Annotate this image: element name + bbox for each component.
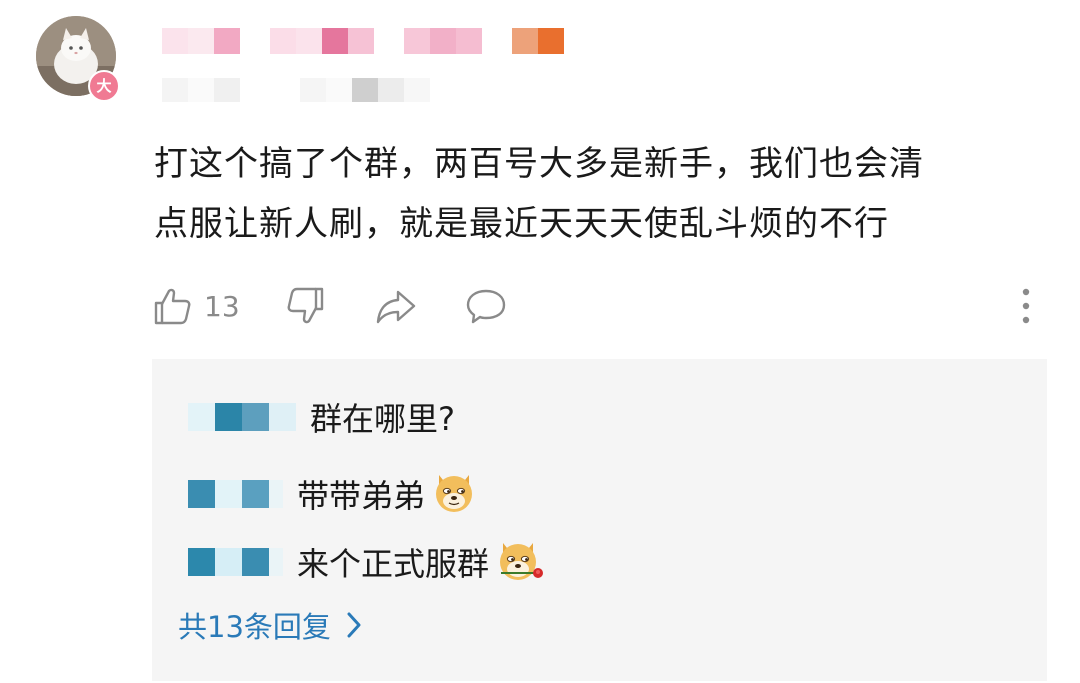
username-censored[interactable] <box>162 28 564 54</box>
share-icon <box>376 290 416 324</box>
dislike-button[interactable] <box>286 284 326 328</box>
view-all-replies-label: 共13条回复 <box>178 610 331 644</box>
thumbs-up-icon <box>154 288 191 325</box>
reply-username-censored[interactable] <box>188 480 283 508</box>
more-vertical-icon <box>1022 288 1030 324</box>
reply-item[interactable]: 群在哪里? <box>188 392 455 442</box>
reply-item[interactable]: 带带弟弟 <box>188 469 477 519</box>
comment-text: 打这个搞了个群，两百号大多是新手，我们也会清 点服让新人刷，就是最近天天天使乱斗… <box>154 134 1034 254</box>
doge-emoji-icon <box>431 469 477 519</box>
reply-button[interactable] <box>464 284 508 328</box>
comment-text-line: 点服让新人刷，就是最近天天天使乱斗烦的不行 <box>154 204 889 244</box>
level-badge: 大 <box>88 70 120 102</box>
action-bar: 13 <box>152 284 1042 328</box>
reply-username-censored[interactable] <box>188 403 296 431</box>
reply-text: 来个正式服群 <box>297 545 490 583</box>
more-button[interactable] <box>1014 286 1038 326</box>
thumbs-down-icon <box>287 287 324 324</box>
chevron-right-icon <box>347 612 361 638</box>
doge-rose-emoji-icon <box>495 537 547 587</box>
comment-text-line: 打这个搞了个群，两百号大多是新手，我们也会清 <box>154 144 924 184</box>
timestamp-censored <box>162 78 430 102</box>
like-button[interactable]: 13 <box>152 284 240 328</box>
reply-text: 群在哪里? <box>310 400 455 438</box>
share-button[interactable] <box>374 284 418 328</box>
reply-text: 带带弟弟 <box>297 477 426 515</box>
reply-item[interactable]: 来个正式服群 <box>188 537 547 587</box>
reply-username-censored[interactable] <box>188 548 283 576</box>
like-count: 13 <box>204 289 240 323</box>
comment-bubble-icon <box>466 289 506 324</box>
replies-panel: 群在哪里? 带带弟弟 来个正式服群 共13条回复 <box>152 359 1047 681</box>
view-all-replies-link[interactable]: 共13条回复 <box>178 603 363 647</box>
